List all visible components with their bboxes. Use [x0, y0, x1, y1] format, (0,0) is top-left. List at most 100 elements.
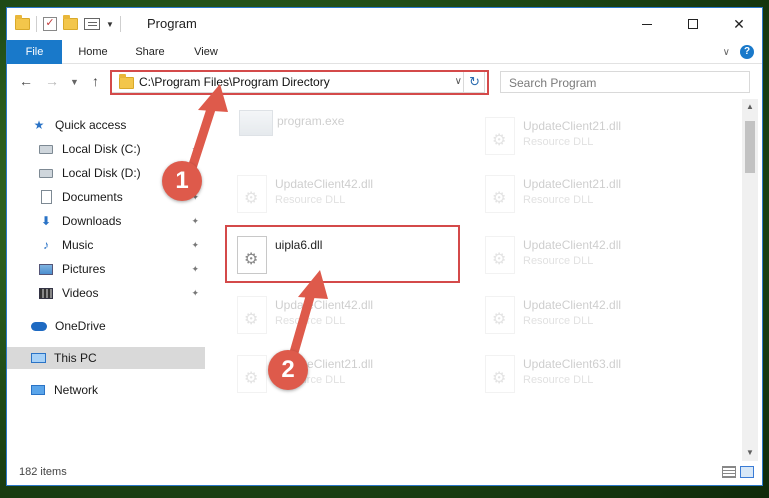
- pictures-icon: [38, 262, 54, 276]
- help-icon[interactable]: ?: [740, 45, 754, 59]
- sidebar-item-label: Local Disk (D:): [62, 166, 141, 180]
- dll-file-icon: [485, 355, 515, 393]
- file-name: UpdateClient42.dll: [275, 177, 374, 191]
- list-item[interactable]: UpdateClient42.dll Resource DLL: [231, 167, 471, 221]
- dll-file-icon: [485, 117, 515, 155]
- scroll-up-icon[interactable]: ▲: [742, 99, 758, 115]
- details-view-icon[interactable]: [722, 466, 736, 478]
- sidebar-item-network[interactable]: Network: [7, 379, 205, 401]
- minimize-button[interactable]: [624, 8, 670, 40]
- sidebar-item-label: This PC: [54, 351, 97, 365]
- file-name: UpdateClient63.dll: [523, 357, 622, 371]
- status-bar: 182 items: [7, 463, 762, 485]
- folder-icon: [15, 15, 30, 30]
- pin-icon[interactable]: ✦: [191, 288, 199, 299]
- sidebar-item-label: Music: [62, 238, 94, 252]
- pin-icon[interactable]: ✦: [191, 192, 199, 203]
- sidebar-item-downloads[interactable]: ⬇ Downloads ✦: [7, 210, 205, 232]
- sidebar-item-local-disk-c[interactable]: Local Disk (C:) ✦: [7, 138, 205, 160]
- pin-icon[interactable]: ✦: [191, 264, 199, 275]
- maximize-button[interactable]: [670, 8, 716, 40]
- star-icon: ★: [33, 118, 45, 132]
- sidebar-item-local-disk-d[interactable]: Local Disk (D:) ✦: [7, 162, 205, 184]
- sidebar-item-pictures[interactable]: Pictures ✦: [7, 258, 205, 280]
- pin-icon[interactable]: ✦: [191, 144, 199, 155]
- music-icon: ♪: [43, 238, 49, 252]
- sidebar-item-documents[interactable]: Documents ✦: [7, 186, 205, 208]
- dll-file-icon: [237, 355, 267, 393]
- file-name: UpdateClient42.dll: [523, 238, 622, 252]
- recent-locations-chevron-icon[interactable]: ▼: [70, 77, 79, 87]
- file-type: Resource DLL: [275, 374, 346, 386]
- list-item[interactable]: UpdateClient21.dll Resource DLL: [479, 167, 719, 221]
- explorer-window: ✓ ▼ Program ✕ File Home Share View ∨ ? ←…: [6, 7, 763, 486]
- sidebar-item-onedrive[interactable]: OneDrive: [7, 315, 205, 337]
- item-count: 182 items: [19, 466, 67, 478]
- list-item[interactable]: UpdateClient42.dll Resource DLL: [479, 228, 719, 282]
- large-icons-view-icon[interactable]: [740, 466, 754, 478]
- list-item[interactable]: UpdateClient21.dll Resource DLL: [479, 109, 719, 163]
- list-item-uipla6[interactable]: uipla6.dll: [231, 228, 471, 282]
- dll-file-icon: [237, 175, 267, 213]
- address-row: ← → ▼ ↑ C:\Program Files\Program Directo…: [7, 65, 762, 99]
- videos-icon: [38, 286, 54, 300]
- file-name: UpdateClient21.dll: [275, 357, 374, 371]
- navigation-pane: ★ Quick access Local Disk (C:) ✦ Local D…: [7, 99, 205, 461]
- file-type: Resource DLL: [523, 194, 594, 206]
- new-folder-icon[interactable]: [63, 15, 78, 30]
- search-input[interactable]: Search Program: [509, 76, 596, 90]
- properties-icon[interactable]: [84, 18, 100, 30]
- maximize-icon: [688, 19, 698, 29]
- sidebar-item-label: Downloads: [62, 214, 122, 228]
- tab-home[interactable]: Home: [65, 40, 121, 64]
- sidebar-item-label: Videos: [62, 286, 99, 300]
- search-box[interactable]: Search Program: [500, 71, 750, 93]
- dll-file-icon: [485, 296, 515, 334]
- downloads-icon: ⬇: [40, 214, 52, 228]
- pin-icon[interactable]: ✦: [191, 240, 199, 251]
- expand-ribbon-icon[interactable]: ∨: [723, 47, 730, 58]
- chevron-down-icon[interactable]: ▼: [106, 20, 114, 29]
- this-pc-icon: [30, 351, 46, 365]
- file-type: Resource DLL: [523, 255, 594, 267]
- file-list: program.exe UpdateClient42.dll Resource …: [213, 99, 739, 461]
- dll-file-icon: [237, 236, 267, 274]
- ribbon-controls: ∨ ?: [723, 45, 754, 59]
- window-title: Program: [147, 16, 197, 31]
- address-bar-highlight: [110, 70, 489, 95]
- divider: [119, 16, 121, 32]
- list-item[interactable]: UpdateClient42.dll Resource DLL: [479, 288, 719, 342]
- tab-file[interactable]: File: [7, 40, 62, 64]
- tab-view[interactable]: View: [181, 40, 231, 64]
- vertical-scrollbar[interactable]: ▲ ▼: [742, 99, 758, 461]
- disk-icon: [38, 142, 54, 156]
- scrollbar-thumb[interactable]: [745, 121, 755, 173]
- up-arrow-icon[interactable]: ↑: [92, 73, 99, 89]
- scroll-down-icon[interactable]: ▼: [742, 445, 758, 461]
- list-item[interactable]: UpdateClient21.dll Resource DLL: [231, 347, 471, 401]
- back-arrow-icon[interactable]: ←: [19, 73, 33, 89]
- properties-check-icon[interactable]: ✓: [43, 17, 57, 31]
- forward-arrow-icon[interactable]: →: [45, 73, 59, 89]
- tab-share[interactable]: Share: [124, 40, 176, 64]
- file-name: UpdateClient21.dll: [523, 119, 622, 133]
- pin-icon[interactable]: ✦: [191, 216, 199, 227]
- list-item[interactable]: UpdateClient42.dll Resource DLL: [231, 288, 471, 342]
- sidebar-item-label: OneDrive: [55, 319, 106, 333]
- sidebar-item-music[interactable]: ♪ Music ✦: [7, 234, 205, 256]
- pin-icon[interactable]: ✦: [191, 168, 199, 179]
- application-icon: [239, 110, 273, 136]
- list-item[interactable]: UpdateClient63.dll Resource DLL: [479, 347, 719, 401]
- sidebar-item-label: Local Disk (C:): [62, 142, 141, 156]
- sidebar-item-videos[interactable]: Videos ✦: [7, 282, 205, 304]
- file-name: program.exe: [277, 114, 345, 128]
- sidebar-item-quick-access[interactable]: ★ Quick access: [7, 114, 205, 136]
- close-button[interactable]: ✕: [716, 8, 762, 40]
- sidebar-item-label: Quick access: [55, 118, 127, 132]
- close-icon: ✕: [733, 15, 745, 32]
- sidebar-item-label: Documents: [62, 190, 123, 204]
- sidebar-item-label: Network: [54, 383, 99, 397]
- file-name: uipla6.dll: [275, 238, 323, 252]
- list-item[interactable]: program.exe: [233, 104, 473, 158]
- sidebar-item-this-pc[interactable]: This PC: [7, 347, 205, 369]
